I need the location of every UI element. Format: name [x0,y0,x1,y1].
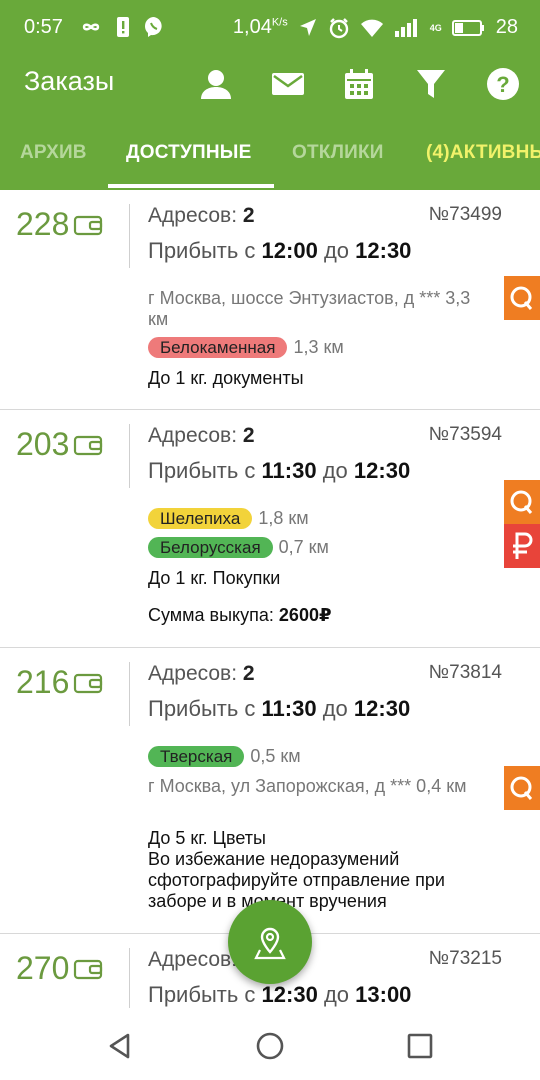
metro-distance: 1,3 км [293,337,344,357]
tab-indicator [108,184,274,188]
addresses-count: 2 [242,662,255,685]
addresses-count: 2 [242,204,255,227]
back-button[interactable] [100,1026,140,1066]
location-icon [299,18,316,36]
metro-station: Шелепиха 1,8 км [148,508,309,529]
calendar-button[interactable] [337,62,381,106]
metro-station: Тверская 0,5 км [148,746,301,767]
calendar-icon [345,69,373,99]
addresses-count: 2 [242,424,255,447]
metro-badge: Шелепиха [148,508,253,529]
status-bar: 0:57 1,04K/s 4G 28 [0,0,540,56]
page-title: Заказы [24,66,115,96]
help-button[interactable]: ? [481,62,525,106]
order-number: №73215 [428,948,502,969]
order-number: №73594 [428,424,502,445]
home-button[interactable] [250,1026,290,1066]
map-fab-button[interactable] [228,900,312,984]
order-address: г Москва, ул Запорожская, д *** 0,4 км [148,776,467,796]
time-from: 12:00 [261,238,318,263]
metro-badge: Белокаменная [148,337,288,358]
tab-bar: АРХИВ ДОСТУПНЫЕ ОТКЛИКИ (4)АКТИВНЫЕ [0,112,540,190]
order-address: г Москва, шоссе Энтузиастов, д *** 3,3 к… [148,288,471,329]
order-description: До 5 кг. Цветы Во избежание недоразумени… [148,828,445,911]
signal-icon [394,18,417,37]
recents-icon [407,1033,433,1059]
time-to: 12:30 [353,696,411,721]
alarm-icon [329,17,348,38]
infinity-icon [82,23,100,31]
system-nav-bar [0,1008,540,1080]
tab-active[interactable]: (4)АКТИВНЫЕ [426,142,540,164]
time-from: 12:30 [261,982,318,1007]
time-to: 12:30 [355,238,412,263]
map-pin-icon [254,927,286,960]
wallet-icon [74,959,103,979]
battery-icon [451,19,484,36]
recents-button[interactable] [400,1026,440,1066]
metro-distance: 1,8 км [258,508,309,528]
order-description: До 1 кг. Покупки [148,568,281,588]
help-icon: ? [487,68,519,100]
order-number: №73814 [428,662,502,683]
filter-icon [417,70,445,98]
profile-button[interactable] [194,62,238,106]
wallet-icon [74,673,103,693]
qiwi-icon [504,276,540,320]
tab-archive[interactable]: АРХИВ [20,142,87,164]
order-card[interactable]: 228 Адресов: 2 №73499 Прибыть с 12:00 до… [0,190,540,410]
time-to: 13:00 [355,982,412,1007]
order-card[interactable]: 203 Адресов: 2 №73594 Прибыть с 11:30 до… [0,410,540,648]
home-icon [256,1032,284,1060]
tab-responses[interactable]: ОТКЛИКИ [292,142,384,164]
mail-icon [272,73,304,95]
qiwi-icon [504,766,540,810]
metro-distance: 0,7 км [278,537,329,557]
metro-station: Белокаменная 1,3 км [148,337,344,358]
order-price: 228 [16,206,70,242]
messages-button[interactable] [266,62,310,106]
status-time: 0:57 [24,16,63,38]
network-type: 4G [429,22,442,33]
back-icon [109,1033,130,1059]
person-icon [201,70,231,99]
filter-button[interactable] [409,62,453,106]
order-description: До 1 кг. документы [148,368,304,388]
tab-available[interactable]: ДОСТУПНЫЕ [126,142,251,164]
metro-station: Белорусская 0,7 км [148,537,329,558]
order-price: 270 [16,950,70,986]
viber-icon [145,17,162,37]
alert-icon [117,17,129,37]
order-card[interactable]: 216 Адресов: 2 №73814 Прибыть с 11:30 до… [0,648,540,934]
order-list[interactable]: 228 Адресов: 2 №73499 Прибыть с 12:00 до… [0,190,540,1008]
time-from: 11:30 [261,458,317,483]
wallet-icon [74,215,103,235]
svg-text:?: ? [496,72,509,97]
app-bar: Заказы ? [0,56,540,112]
buyout-amount: Сумма выкупа: 2600₽ [148,605,332,625]
time-to: 12:30 [353,458,411,483]
order-price: 203 [16,426,70,462]
qiwi-icon [504,480,540,524]
battery-level: 28 [495,16,518,38]
metro-badge: Тверская [148,746,245,767]
speed-value: 1,04K/s [232,16,288,38]
order-number: №73499 [428,204,502,225]
ruble-icon [504,524,540,568]
order-price: 216 [16,664,70,700]
wifi-icon [360,19,383,37]
wallet-icon [74,435,103,455]
metro-distance: 0,5 км [250,746,301,766]
metro-badge: Белорусская [148,537,273,558]
time-from: 11:30 [261,696,317,721]
